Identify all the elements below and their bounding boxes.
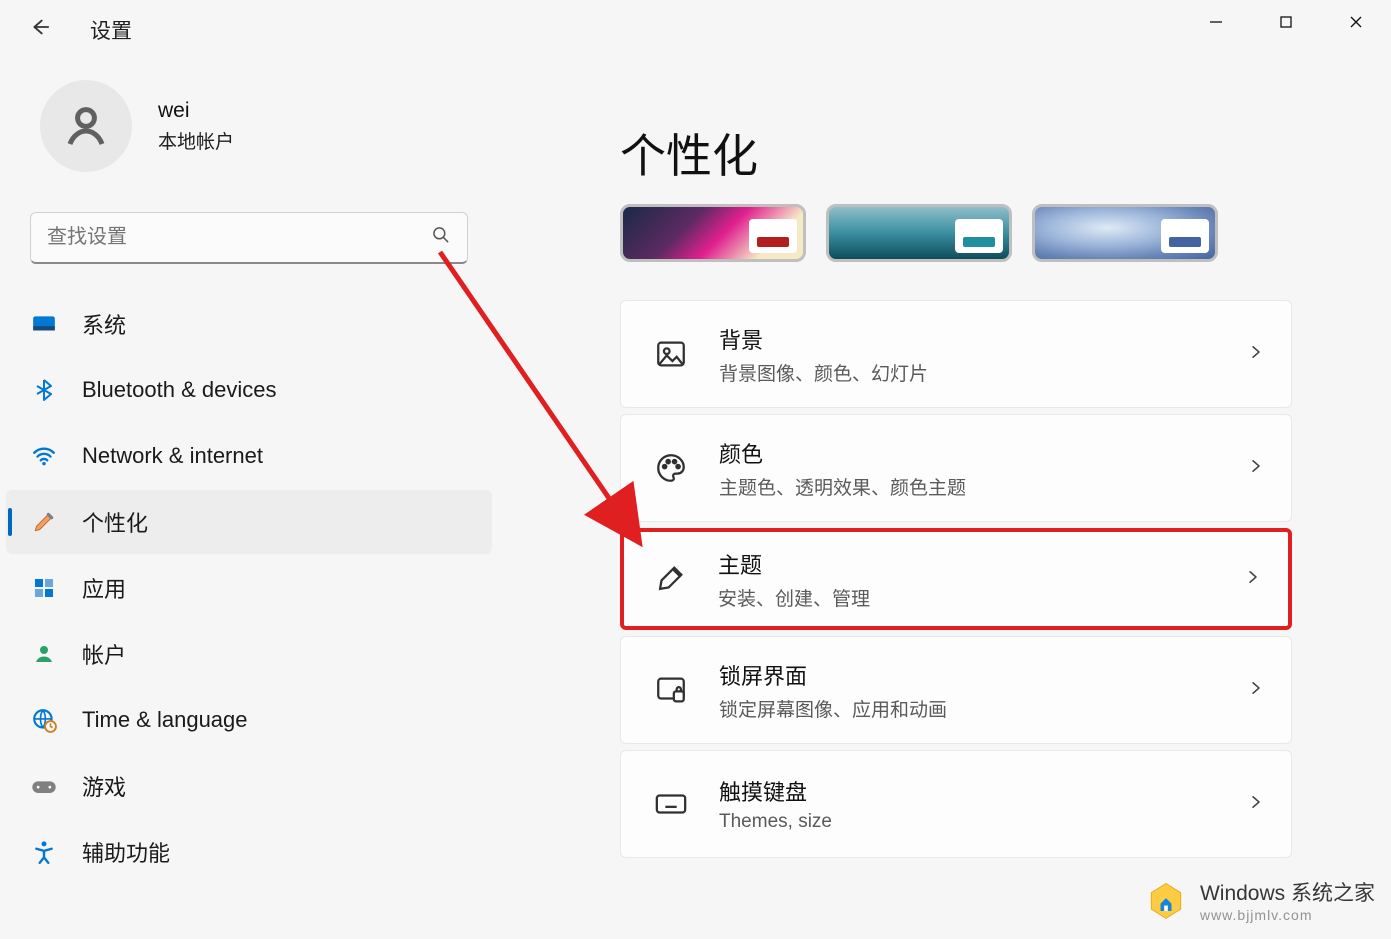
minimize-button[interactable] [1181, 0, 1251, 44]
sidebar-item-network[interactable]: Network & internet [6, 424, 492, 488]
search-icon [431, 225, 451, 251]
sidebar-item-label: Network & internet [82, 443, 263, 469]
avatar [40, 80, 132, 172]
sidebar-item-label: 辅助功能 [82, 836, 170, 868]
close-button[interactable] [1321, 0, 1391, 44]
setting-item-lockscreen[interactable]: 锁屏界面 锁定屏幕图像、应用和动画 [620, 636, 1292, 744]
setting-desc: Themes, size [719, 811, 832, 833]
lockscreen-icon [653, 672, 689, 708]
profile-name: wei [158, 99, 234, 123]
setting-item-background[interactable]: 背景 背景图像、颜色、幻灯片 [620, 300, 1292, 408]
palette-icon [653, 450, 689, 486]
setting-item-touchkeyboard[interactable]: 触摸键盘 Themes, size [620, 750, 1292, 858]
sidebar: wei 本地帐户 系统 Bluetooth & devices Network … [0, 80, 498, 886]
setting-title: 主题 [718, 548, 870, 580]
sidebar-item-label: 个性化 [82, 506, 148, 538]
maximize-button[interactable] [1251, 0, 1321, 44]
theme-accent-swatch [1161, 219, 1209, 253]
gamepad-icon [30, 772, 58, 800]
settings-list: 背景 背景图像、颜色、幻灯片 颜色 主题色、透明效果、颜色主题 [620, 300, 1292, 858]
chevron-right-icon [1247, 455, 1265, 481]
sidebar-item-apps[interactable]: 应用 [6, 556, 492, 620]
theme-accent-swatch [749, 219, 797, 253]
sidebar-item-time[interactable]: Time & language [6, 688, 492, 752]
back-button[interactable] [28, 16, 56, 44]
back-arrow-icon [28, 16, 50, 38]
sidebar-item-personalization[interactable]: 个性化 [6, 490, 492, 554]
wifi-icon [30, 442, 58, 470]
setting-item-themes[interactable]: 主题 安装、创建、管理 [620, 528, 1292, 630]
setting-text: 背景 背景图像、颜色、幻灯片 [719, 323, 928, 386]
theme-preview-row [620, 204, 1371, 262]
sidebar-item-system[interactable]: 系统 [6, 292, 492, 356]
theme-preview-1[interactable] [620, 204, 806, 262]
setting-desc: 安装、创建、管理 [718, 584, 870, 611]
setting-title: 颜色 [719, 437, 966, 469]
user-profile[interactable]: wei 本地帐户 [40, 80, 498, 172]
sidebar-item-label: Time & language [82, 707, 248, 733]
theme-accent-swatch [955, 219, 1003, 253]
globe-clock-icon [30, 706, 58, 734]
app-title: 设置 [90, 15, 132, 45]
sidebar-item-label: Bluetooth & devices [82, 377, 276, 403]
theme-preview-3[interactable] [1032, 204, 1218, 262]
setting-text: 触摸键盘 Themes, size [719, 775, 832, 833]
picture-icon [653, 336, 689, 372]
titlebar: 设置 [0, 0, 1391, 60]
sidebar-item-bluetooth[interactable]: Bluetooth & devices [6, 358, 492, 422]
person-icon [62, 102, 110, 150]
minimize-icon [1209, 15, 1223, 29]
setting-desc: 主题色、透明效果、颜色主题 [719, 473, 966, 500]
account-icon [30, 640, 58, 668]
setting-title: 背景 [719, 323, 928, 355]
display-icon [30, 310, 58, 338]
setting-text: 主题 安装、创建、管理 [718, 548, 870, 611]
setting-desc: 锁定屏幕图像、应用和动画 [719, 695, 947, 722]
sidebar-item-accessibility[interactable]: 辅助功能 [6, 820, 492, 884]
bluetooth-icon [30, 376, 58, 404]
profile-account-type: 本地帐户 [158, 127, 234, 154]
brush-icon [652, 561, 688, 597]
chevron-right-icon [1247, 791, 1265, 817]
setting-text: 颜色 主题色、透明效果、颜色主题 [719, 437, 966, 500]
keyboard-icon [653, 786, 689, 822]
setting-desc: 背景图像、颜色、幻灯片 [719, 359, 928, 386]
page-title: 个性化 [620, 120, 1371, 186]
close-icon [1349, 15, 1363, 29]
theme-preview-2[interactable] [826, 204, 1012, 262]
chevron-right-icon [1247, 677, 1265, 703]
nav-list: 系统 Bluetooth & devices Network & interne… [0, 292, 498, 884]
sidebar-item-label: 系统 [82, 308, 126, 340]
chevron-right-icon [1247, 341, 1265, 367]
sidebar-item-gaming[interactable]: 游戏 [6, 754, 492, 818]
accessibility-icon [30, 838, 58, 866]
main-content: 个性化 背景 背景图像、颜色、幻灯片 [620, 120, 1371, 939]
sidebar-item-label: 帐户 [82, 638, 126, 670]
setting-item-colors[interactable]: 颜色 主题色、透明效果、颜色主题 [620, 414, 1292, 522]
setting-title: 触摸键盘 [719, 775, 832, 807]
apps-icon [30, 574, 58, 602]
sidebar-item-label: 游戏 [82, 770, 126, 802]
sidebar-item-account[interactable]: 帐户 [6, 622, 492, 686]
sidebar-item-label: 应用 [82, 572, 126, 604]
search-input[interactable] [47, 226, 431, 249]
search-box[interactable] [30, 212, 468, 264]
setting-title: 锁屏界面 [719, 659, 947, 691]
maximize-icon [1279, 15, 1293, 29]
window-controls [1181, 0, 1391, 44]
profile-text: wei 本地帐户 [158, 99, 234, 154]
paintbrush-icon [30, 508, 58, 536]
setting-text: 锁屏界面 锁定屏幕图像、应用和动画 [719, 659, 947, 722]
chevron-right-icon [1244, 566, 1262, 592]
